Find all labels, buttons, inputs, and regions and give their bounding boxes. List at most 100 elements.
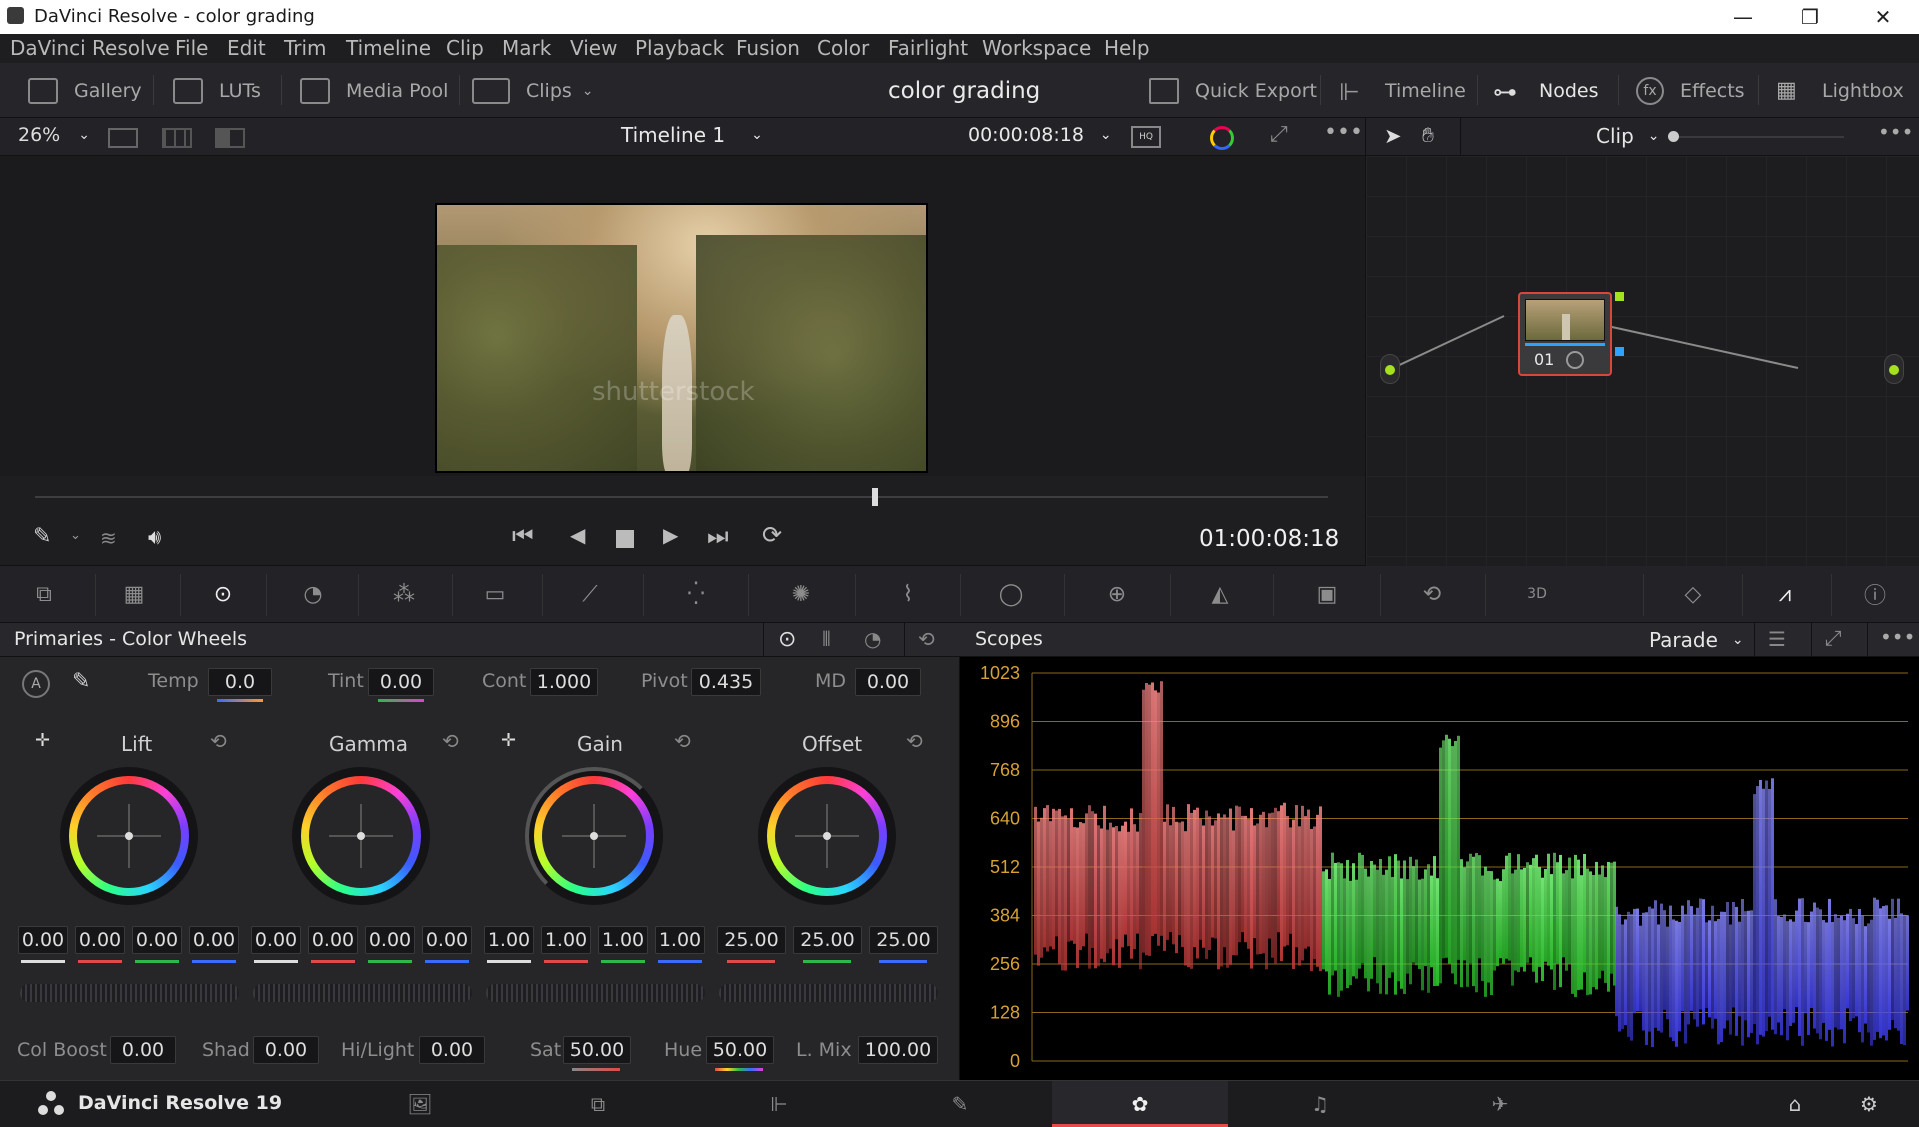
clips-button[interactable]: Clips ⌄ [472,63,594,118]
hand-tool-icon[interactable]: ✋︎ [1422,123,1434,148]
color-page-icon[interactable]: ✿ [1125,1092,1155,1116]
gain-r-field[interactable]: 1.00 [541,926,591,954]
menu-color[interactable]: Color [817,36,869,60]
shadows-field[interactable]: 0.00 [253,1036,319,1064]
tint-field[interactable]: 0.00 [368,668,434,696]
nodes-button[interactable]: ⊶ Nodes [1493,63,1599,118]
loop-icon[interactable]: ⟳ [762,521,782,549]
media-page-icon[interactable]: 🖼︎ [405,1092,435,1116]
gain-g-field[interactable]: 1.00 [598,926,648,954]
gain-picker-icon[interactable]: ✛ [501,730,516,751]
3d-icon[interactable]: 3D [1517,576,1557,612]
gamma-b-field[interactable]: 0.00 [422,926,472,954]
node-zoom-handle[interactable] [1668,131,1679,142]
color-wheels-mode-icon[interactable]: ⊙ [778,627,796,652]
curves-icon[interactable]: ⟋ [570,576,610,612]
lum-mix-field[interactable]: 100.00 [858,1036,938,1064]
more-options-icon[interactable]: ••• [1324,120,1363,145]
pivot-field[interactable]: 0.435 [691,668,761,696]
chevron-down-icon[interactable]: ⌄ [70,528,81,543]
window-icon[interactable]: ◯ [991,576,1031,612]
offset-g-field[interactable]: 25.00 [793,926,862,954]
gamma-g-field[interactable]: 0.00 [365,926,415,954]
node-graph[interactable]: 01 [1365,156,1919,566]
menu-view[interactable]: View [570,36,617,60]
offset-reset-icon[interactable]: ⟲ [906,729,923,753]
timeline-button[interactable]: ⊩ Timeline [1339,63,1466,118]
highlight-mode-icon[interactable] [1210,126,1234,150]
edit-page-icon[interactable]: ⊩ [764,1092,794,1116]
highlights-field[interactable]: 0.00 [419,1036,485,1064]
timecode-select[interactable]: 00:00:08:18 ⌄ [968,124,1112,146]
offset-master-wheel[interactable] [719,984,938,1002]
minimize-button[interactable]: — [1713,0,1773,34]
white-balance-picker-icon[interactable]: ✎ [72,669,90,694]
node-more-options-icon[interactable]: ••• [1878,120,1913,144]
rgb-mixer-icon[interactable]: ⁂ [384,576,424,612]
lift-color-wheel[interactable] [69,776,189,896]
lift-r-field[interactable]: 0.00 [75,926,125,954]
playhead-handle[interactable] [872,488,879,506]
node-zoom-slider[interactable] [1672,136,1844,138]
scopes-palette-icon[interactable]: ⩘ [1765,576,1805,612]
scope-type-select[interactable]: Parade ⌄ [1649,628,1744,652]
saturation-field[interactable]: 50.00 [563,1036,631,1064]
log-wheels-icon[interactable]: ◔ [864,627,881,651]
play-icon[interactable]: ▶ [663,523,678,547]
eyedropper-qualifier-icon[interactable]: ⌇ [888,576,928,612]
offset-b-field[interactable]: 25.00 [869,926,938,954]
timeline-select[interactable]: Timeline 1 ⌄ [621,123,763,147]
gain-reset-icon[interactable]: ⟲ [674,729,691,753]
volume-icon[interactable]: 🔊︎ [148,525,161,550]
menu-mark[interactable]: Mark [502,36,551,60]
go-to-start-icon[interactable]: ⏮︎ [512,522,534,550]
menu-clip[interactable]: Clip [446,36,484,60]
stop-icon[interactable] [616,530,634,548]
qualifier-icon[interactable]: ✺ [781,576,821,612]
gain-master-wheel[interactable] [486,984,705,1002]
single-viewer-icon[interactable] [108,128,138,148]
primaries-bars-icon[interactable]: ⦀ [822,627,831,651]
gamma-reset-icon[interactable]: ⟲ [442,729,459,753]
scope-expand-icon[interactable]: ⤢ [1825,626,1842,651]
contrast-field[interactable]: 1.000 [530,668,598,696]
gallery-view-icon[interactable] [162,128,192,148]
gallery-button[interactable]: Gallery [28,63,142,118]
go-to-end-icon[interactable]: ⏭︎ [707,522,729,550]
magic-mask-icon[interactable]: ◭ [1200,576,1240,612]
col-boost-field[interactable]: 0.00 [110,1036,176,1064]
gamma-y-field[interactable]: 0.00 [251,926,301,954]
media-pool-button[interactable]: Media Pool [300,63,448,118]
lightbox-button[interactable]: ▦ Lightbox [1776,63,1904,118]
fairlight-page-icon[interactable]: ♫ [1305,1092,1335,1116]
gain-color-wheel[interactable] [534,776,654,896]
hdr-palette-icon[interactable]: ◔ [293,576,333,612]
gamma-r-field[interactable]: 0.00 [308,926,358,954]
gamma-color-wheel[interactable] [301,776,421,896]
gain-b-field[interactable]: 1.00 [655,926,705,954]
luts-button[interactable]: LUTs [173,63,261,118]
menu-file[interactable]: File [175,36,208,60]
lift-b-field[interactable]: 0.00 [189,926,239,954]
offset-color-wheel[interactable] [767,776,887,896]
menu-davinci-resolve[interactable]: DaVinci Resolve [10,36,170,60]
menu-workspace[interactable]: Workspace [982,36,1091,60]
color-picker-icon[interactable]: ✎ [33,524,51,549]
scope-settings-icon[interactable]: ☰ [1768,627,1786,651]
temp-field[interactable]: 0.0 [208,668,272,696]
menu-fairlight[interactable]: Fairlight [888,36,968,60]
scrubber-track[interactable] [35,496,1328,498]
lift-picker-icon[interactable]: ✛ [35,730,50,751]
zoom-select[interactable]: 26% ⌄ [18,124,90,146]
reset-all-icon[interactable]: ⟲ [918,627,935,651]
menu-edit[interactable]: Edit [227,36,266,60]
split-screen-icon[interactable] [215,128,245,148]
menu-help[interactable]: Help [1104,36,1150,60]
hq-icon[interactable]: HQ [1131,126,1161,148]
info-icon[interactable]: ⓘ [1855,576,1895,612]
maximize-button[interactable]: ❐ [1780,0,1840,34]
menu-playback[interactable]: Playback [635,36,724,60]
deliver-page-icon[interactable]: ✈︎ [1485,1092,1515,1116]
layers-icon[interactable]: ≋ [100,526,117,550]
close-button[interactable]: ✕ [1853,0,1913,34]
